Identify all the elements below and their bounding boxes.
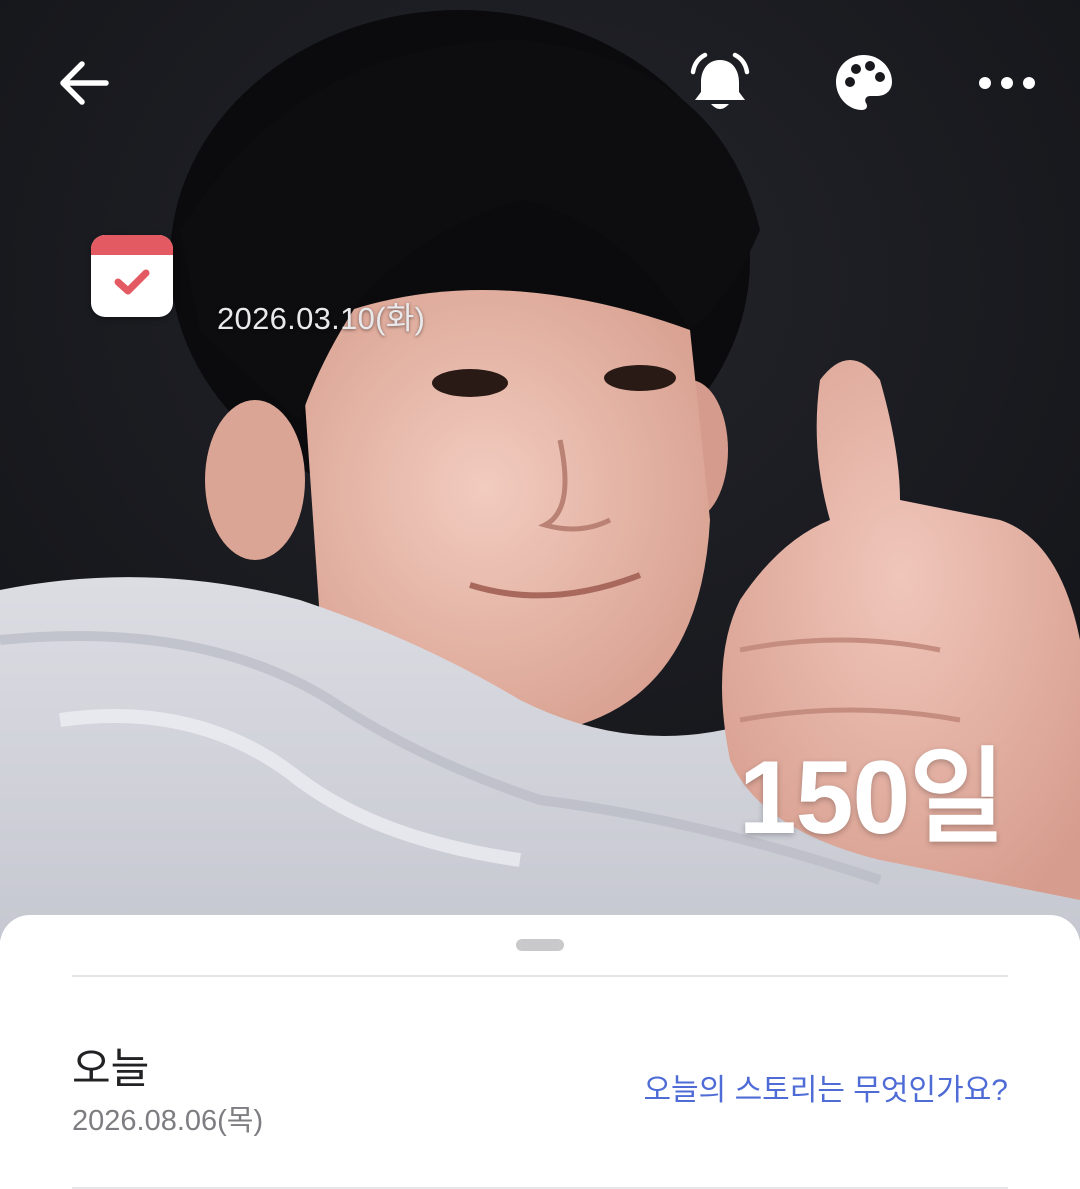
today-date: 2026.08.06(목): [72, 1105, 264, 1137]
hero-photo-area: 2026.03.10(화) 150일: [0, 0, 1080, 940]
arrow-left-icon: [60, 61, 109, 105]
sheet-drag-handle[interactable]: [516, 939, 564, 951]
today-story-row[interactable]: 오늘 2026.08.06(목) 오늘의 스토리는 무엇인가요?: [0, 977, 1080, 1187]
palette-icon: [836, 55, 892, 110]
start-date-calendar[interactable]: [91, 235, 173, 317]
back-button[interactable]: [48, 47, 120, 119]
bottom-sheet: 오늘 2026.08.06(목) 오늘의 스토리는 무엇인가요?: [0, 915, 1080, 1189]
story-prompt-link[interactable]: 오늘의 스토리는 무엇인가요?: [643, 1065, 1008, 1109]
start-date-text[interactable]: 2026.03.10(화): [217, 293, 425, 338]
theme-button[interactable]: [828, 47, 900, 119]
today-title: 오늘: [72, 1045, 150, 1092]
calendar-header-bar: [91, 235, 173, 255]
more-button[interactable]: [971, 47, 1043, 119]
alarm-bell-icon: [690, 52, 750, 109]
alarm-button[interactable]: [684, 47, 756, 119]
day-count-text: 150일: [738, 740, 1005, 856]
more-dots-icon: [979, 77, 1035, 89]
calendar-check-icon: [114, 269, 150, 295]
